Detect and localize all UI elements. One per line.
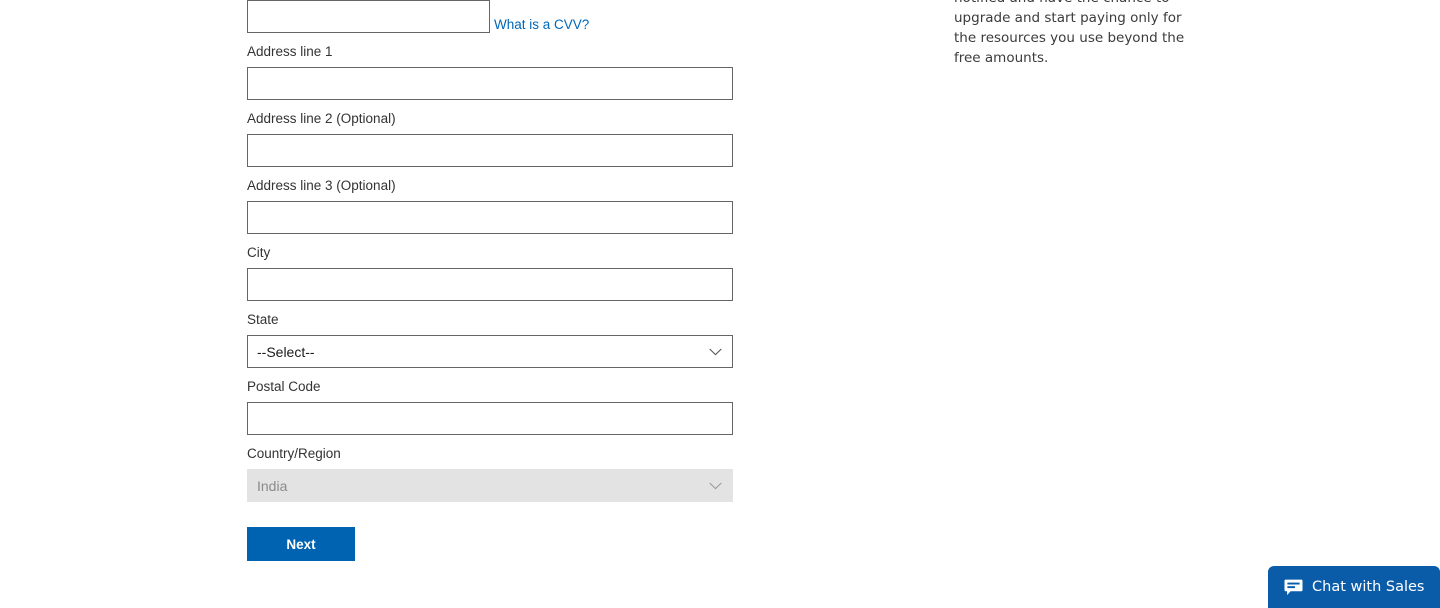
cvv-input[interactable] — [247, 0, 490, 33]
address-line-3-input[interactable] — [247, 201, 733, 234]
city-label: City — [247, 245, 271, 260]
state-select[interactable]: --Select-- — [247, 335, 733, 368]
country-region-value: India — [257, 477, 288, 494]
chat-bubble-icon — [1284, 579, 1303, 595]
state-label: State — [247, 312, 279, 327]
address-line-1-input[interactable] — [247, 67, 733, 100]
country-region-select: India — [247, 469, 733, 502]
address-line-3-label: Address line 3 (Optional) — [247, 178, 396, 193]
address-line-2-label: Address line 2 (Optional) — [247, 111, 396, 126]
what-is-a-cvv-link[interactable]: What is a CVV? — [494, 17, 589, 33]
cvv-field-row: What is a CVV? — [247, 0, 733, 33]
address-line-2-input[interactable] — [247, 134, 733, 167]
next-button[interactable]: Next — [247, 527, 355, 561]
chat-with-sales-button[interactable]: Chat with Sales — [1268, 566, 1440, 608]
address-line-1-label: Address line 1 — [247, 44, 333, 59]
postal-code-input[interactable] — [247, 402, 733, 435]
state-select-value: --Select-- — [257, 343, 315, 360]
state-select-wrapper[interactable]: --Select-- — [247, 335, 733, 368]
country-region-label: Country/Region — [247, 446, 341, 461]
billing-address-form: What is a CVV? Address line 1 Address li… — [247, 0, 733, 561]
free-account-info-text: notified and have the chance to upgrade … — [954, 0, 1185, 66]
chat-with-sales-label: Chat with Sales — [1312, 579, 1425, 595]
city-input[interactable] — [247, 268, 733, 301]
postal-code-label: Postal Code — [247, 379, 321, 394]
country-region-select-wrapper: India — [247, 469, 733, 502]
